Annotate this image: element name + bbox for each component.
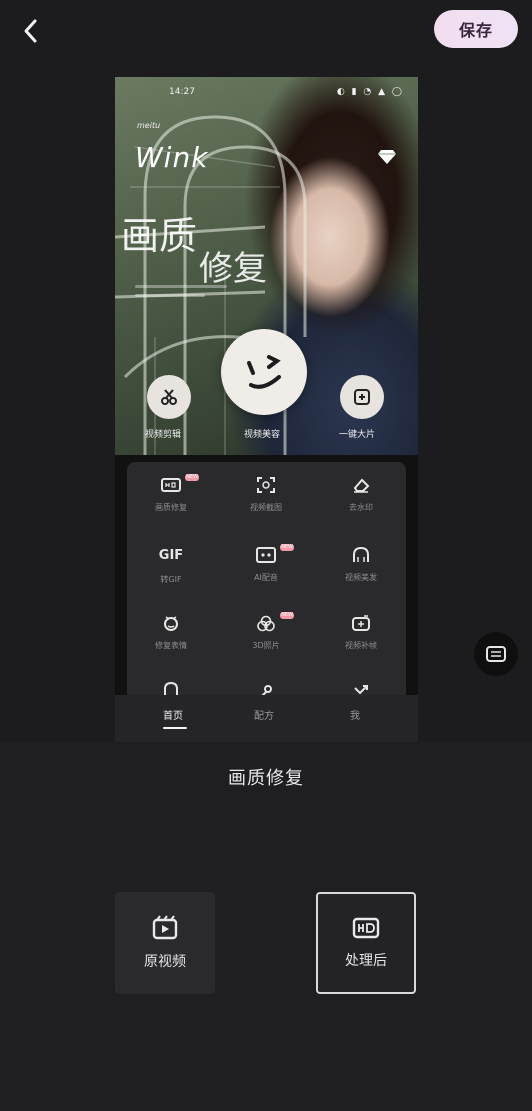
new-badge: NEW [185,474,199,481]
tool-gif[interactable]: GIF 转GIF [131,538,211,598]
diamond-icon [378,150,396,164]
tool-label: 转GIF [160,575,182,584]
original-video-button[interactable]: 原视频 [115,892,215,994]
original-video-label: 原视频 [144,954,186,970]
tool-remove-watermark[interactable]: 去水印 [321,468,401,528]
one-click-button[interactable] [340,375,384,419]
gif-icon: GIF [158,548,184,563]
tool-label: 视频截图 [250,503,282,512]
frame-icon [352,615,370,631]
tool-label: AI配音 [254,573,278,582]
tab-me[interactable]: 我 [350,707,360,722]
chevron-left-icon [24,19,37,43]
scissors-icon [161,389,177,405]
promo-title-line2: 修复 [199,249,267,289]
tools-panel: 画质修复 NEW 视频截图 去水印 GIF 转GIF AI配音 NEW 视频美发 [127,462,406,700]
compare-icon [486,646,506,662]
bottom-area [0,742,532,1111]
video-edit-button[interactable] [147,375,191,419]
compare-button[interactable] [474,632,518,676]
tool-screenshot[interactable]: 视频截图 [226,468,306,528]
status-time: 14:27 [169,87,195,97]
feature-title: 画质修复 [228,768,304,789]
promo-subtext [135,285,245,313]
tool-hd-repair[interactable]: 画质修复 NEW [131,468,211,528]
tool-face-fix[interactable]: 修复表情 [131,606,211,666]
tool-label: 视频补帧 [345,641,377,650]
ai-icon [256,547,276,563]
tool-frame-interp[interactable]: 视频补帧 [321,606,401,666]
tab-underline [163,727,187,729]
back-button[interactable] [14,14,48,48]
tool-label: 画质修复 [155,503,187,512]
face-icon [164,616,178,631]
tool-label: 视频美发 [345,573,377,582]
wink-face-icon [247,355,281,389]
tool-label: 去水印 [349,503,373,512]
tool-label: 修复表情 [155,641,187,650]
new-badge: NEW [280,612,294,619]
hd-icon [352,917,380,939]
tool-label: 3D照片 [252,641,280,650]
promo-title-line1: 画质 [121,214,198,258]
eraser-icon [353,478,370,493]
status-icons: ◐ ▮ ◔ ▲ ◯ [336,87,404,97]
save-button[interactable]: 保存 [434,10,518,48]
tool-hair[interactable]: 视频美发 [321,538,401,598]
caption-video-edit: 视频剪辑 [145,430,182,440]
preview-tabbar: 首页 配方 我 [115,695,418,742]
hd-icon [161,478,181,492]
video-preview[interactable]: 14:27 ◐ ▮ ◔ ▲ ◯ meitu Wink 画质 修复 视频剪辑 视频… [115,77,418,742]
tab-home[interactable]: 首页 [163,707,183,722]
3d-icon [257,615,275,632]
tab-recipe[interactable]: 配方 [254,707,274,722]
video-clip-icon [152,915,178,940]
processed-video-label: 处理后 [345,953,387,969]
tool-3d-photo[interactable]: 3D照片 NEW [226,606,306,666]
tool-ai-dub[interactable]: AI配音 NEW [226,538,306,598]
preview-photo: 14:27 ◐ ▮ ◔ ▲ ◯ meitu Wink 画质 修复 视频剪辑 视频… [115,77,418,455]
status-bar: 14:27 ◐ ▮ ◔ ▲ ◯ [115,85,418,101]
caption-beauty: 视频美容 [244,430,281,440]
caption-one-click: 一键大片 [339,430,376,440]
new-badge: NEW [280,544,294,551]
hair-icon [353,546,369,562]
plus-square-icon [354,389,370,405]
processed-video-button[interactable]: 处理后 [316,892,416,994]
brand-logo: Wink [135,141,209,174]
tool-partial-icon [164,682,178,696]
hero-face-button[interactable] [221,329,307,415]
brand-small-text: meitu [137,121,161,130]
scan-icon [257,477,275,493]
